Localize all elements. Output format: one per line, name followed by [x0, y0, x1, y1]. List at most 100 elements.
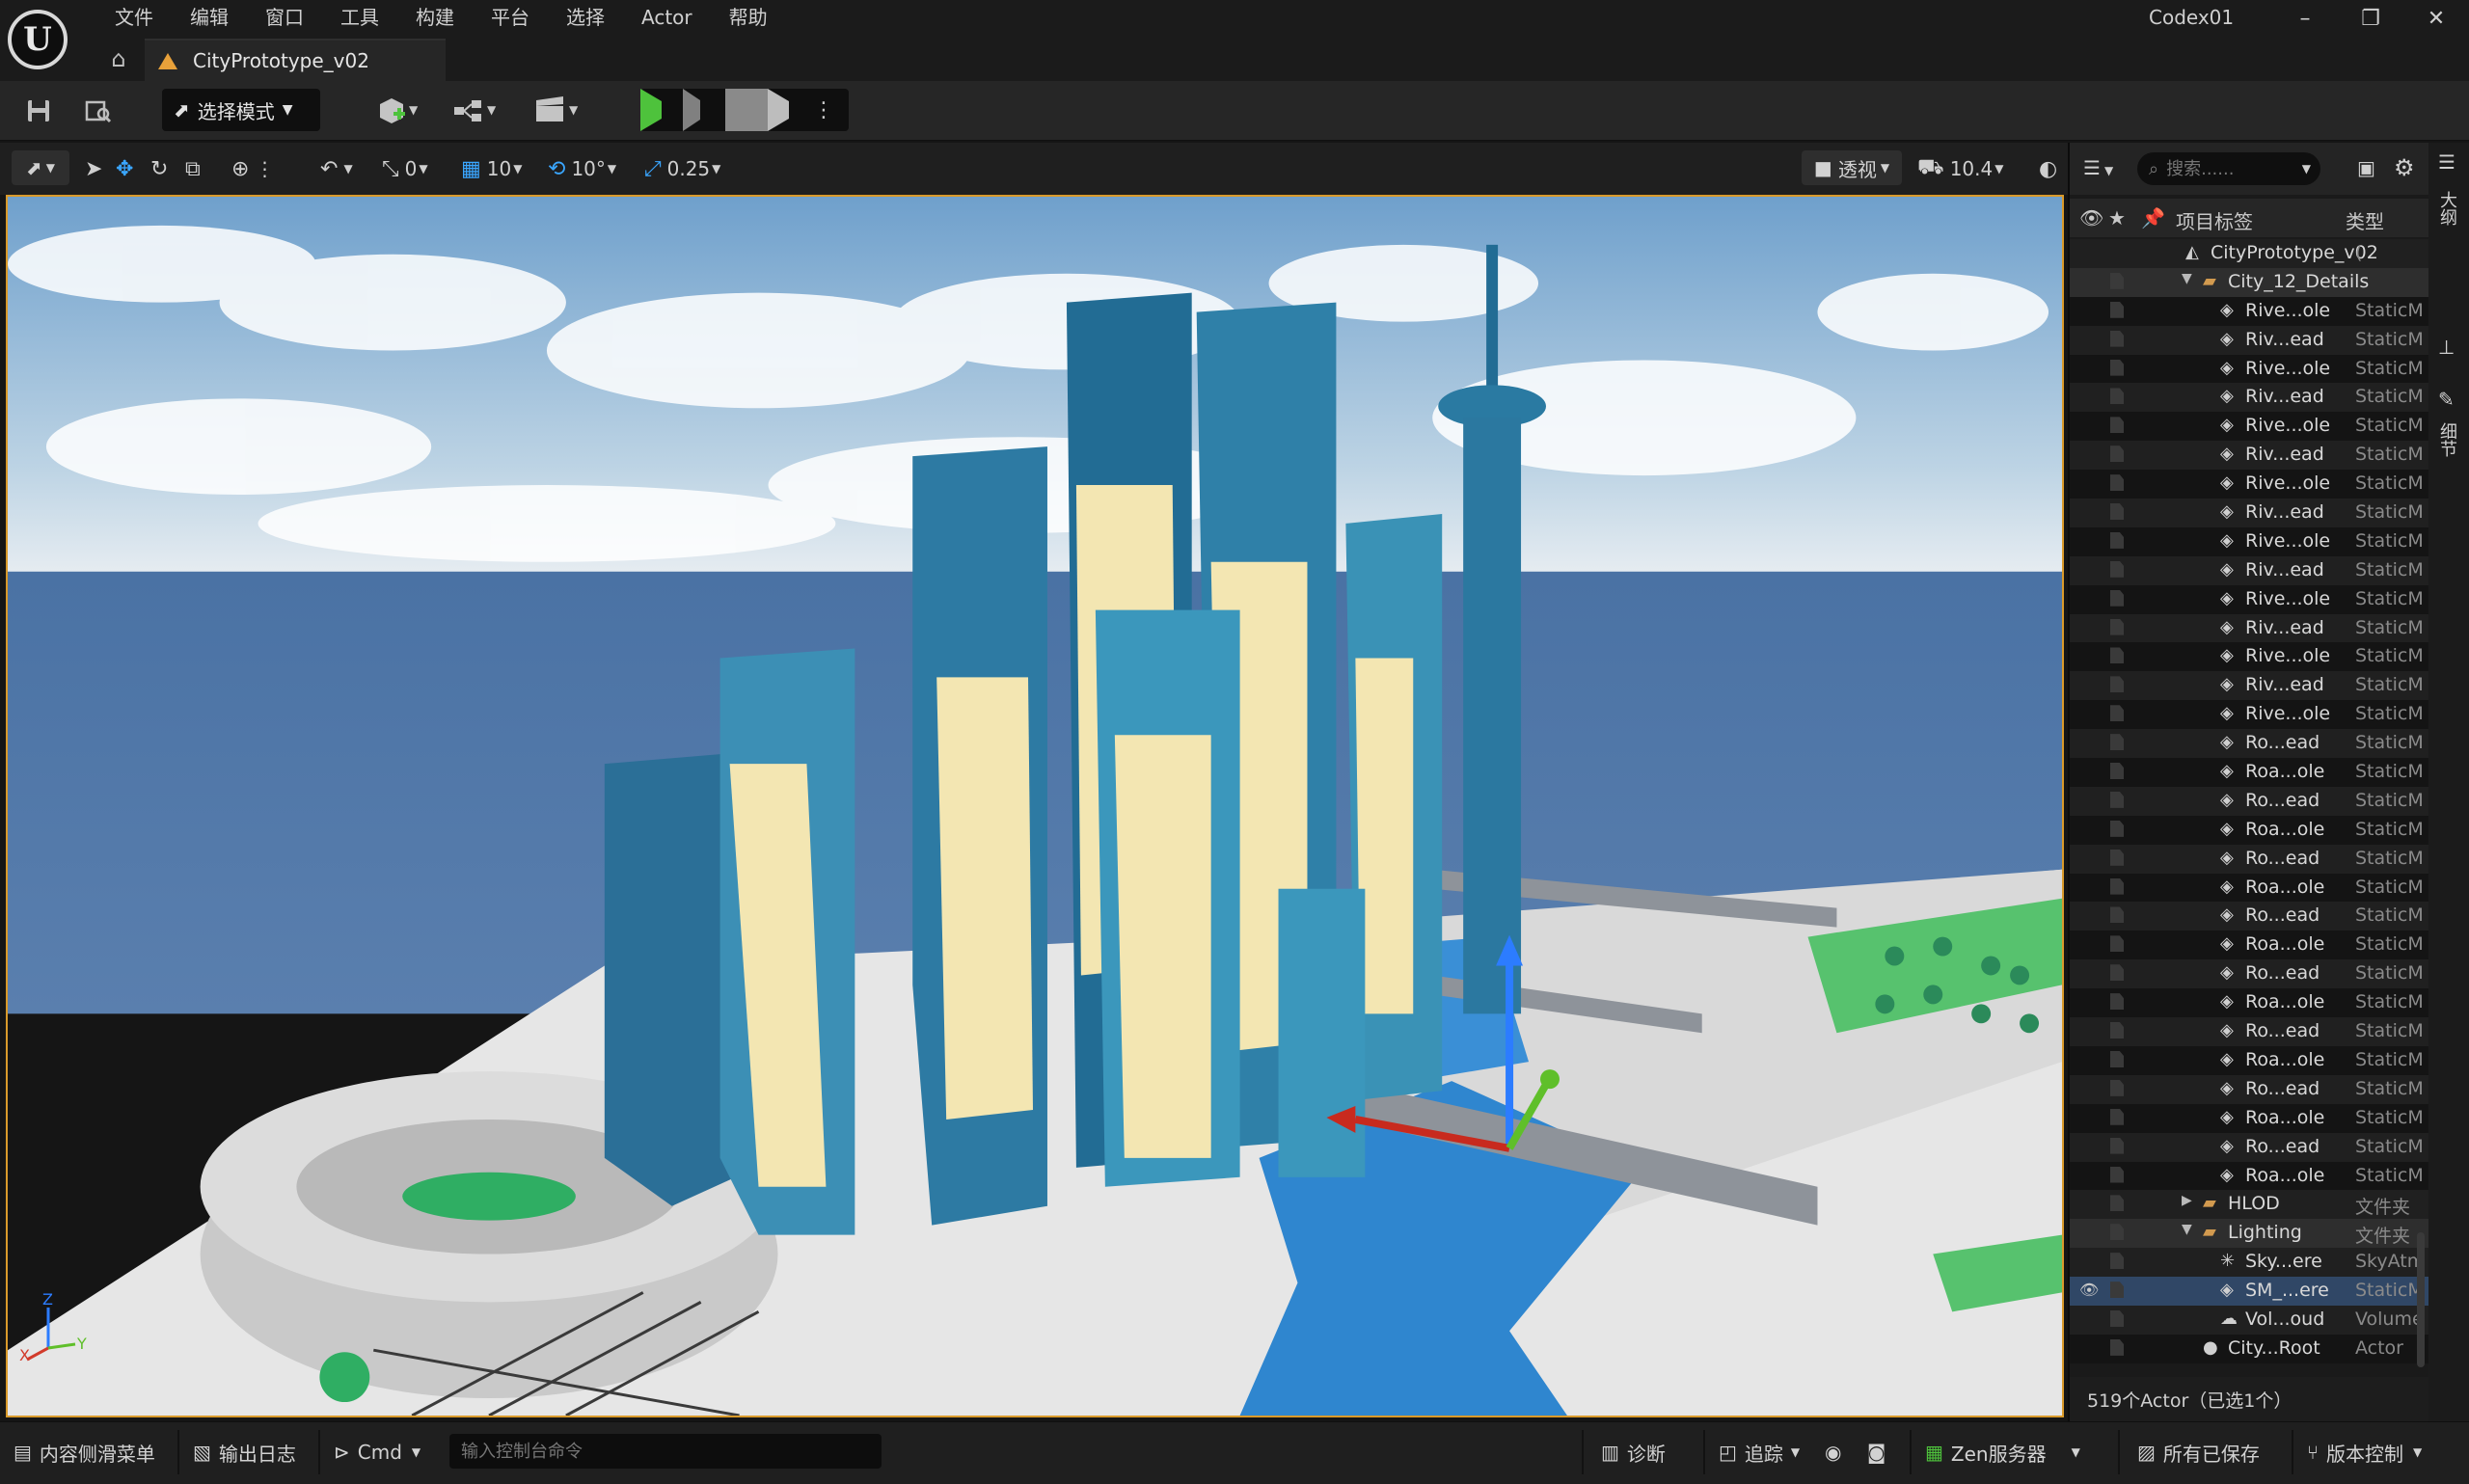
details-tab[interactable]: 细节 — [2434, 422, 2459, 457]
grid-snap-button[interactable]: ▦ 10 ▼ — [461, 152, 522, 185]
outliner-row[interactable]: ◈ Rive...ole StaticM — [2070, 642, 2428, 672]
outliner-row[interactable]: ◈ Roa...ole StaticM — [2070, 815, 2428, 845]
outliner-row[interactable]: ◈ Roa...ole StaticM — [2070, 988, 2428, 1018]
outliner-row[interactable]: ◈ Ro...ead StaticM — [2070, 844, 2428, 874]
eject-button[interactable] — [768, 89, 810, 131]
blueprint-icon[interactable]: ▼ — [449, 90, 503, 132]
outliner-row[interactable]: ◈ Roa...ole StaticM — [2070, 758, 2428, 787]
visibility-eye-icon[interactable]: 👁 — [2079, 1281, 2099, 1299]
outliner-row[interactable]: ▼ ▰ Lighting 文件夹 — [2070, 1219, 2428, 1249]
angle-snap-button[interactable]: ⟲ 10° ▼ — [548, 152, 616, 185]
world-space-icon[interactable]: ⊕ ⋮ — [231, 152, 274, 185]
restore-button[interactable]: ❐ — [2338, 0, 2403, 37]
mode-selector[interactable]: ⬈ 选择模式 ▼ — [162, 89, 320, 131]
outliner-row[interactable]: ◈ Roa...ole StaticM — [2070, 931, 2428, 960]
outliner-row[interactable]: ☁ Vol...oud Volume — [2070, 1305, 2428, 1335]
outliner-row[interactable]: ◈ Riv...ead StaticM — [2070, 325, 2428, 355]
outliner-row[interactable]: ◈ Roa...ole StaticM — [2070, 1161, 2428, 1191]
outliner-row[interactable]: ◈ Ro...ead StaticM — [2070, 1074, 2428, 1104]
browse-icon[interactable] — [81, 90, 116, 132]
translate-tool-icon[interactable]: ✥ — [116, 152, 139, 185]
expand-down-icon[interactable]: ▼ — [2182, 1222, 2192, 1237]
outliner-row[interactable]: ✳ Sky...ere SkyAtm — [2070, 1248, 2428, 1278]
outliner-row[interactable]: ◈ Ro...ead StaticM — [2070, 1132, 2428, 1162]
new-folder-icon[interactable]: ▣ — [2357, 156, 2375, 179]
outliner-row[interactable]: ◈ Riv...ead StaticM — [2070, 671, 2428, 701]
expand-right-icon[interactable]: ▶ — [2182, 1193, 2192, 1208]
menu-file[interactable]: 文件 — [96, 2, 172, 33]
diagnostics-button[interactable]: ▥ 诊断 — [1601, 1436, 1666, 1469]
outliner-row[interactable]: ◈ Rive...ole StaticM — [2070, 584, 2428, 614]
outliner-row[interactable]: ◈ Riv...ead StaticM — [2070, 441, 2428, 471]
level-viewport[interactable]: Z X Y — [6, 195, 2064, 1417]
outliner-row[interactable]: ◈ Ro...ead StaticM — [2070, 959, 2428, 989]
stop-button[interactable] — [725, 89, 768, 131]
menu-window[interactable]: 窗口 — [247, 2, 322, 33]
outliner-tab[interactable]: 大纲 — [2434, 191, 2459, 226]
save-icon[interactable] — [21, 90, 56, 132]
zen-server-button[interactable]: ▦ Zen服务器 ▼ — [1925, 1436, 2080, 1469]
minimize-button[interactable]: – — [2272, 0, 2338, 37]
record-icon[interactable]: ◉ — [1825, 1436, 1849, 1469]
menu-build[interactable]: 构建 — [397, 2, 473, 33]
outliner-row[interactable]: ◭ CityPrototype_v02( — [2070, 239, 2428, 268]
outliner-row[interactable]: ◈ Rive...ole StaticM — [2070, 354, 2428, 384]
camera-speed-button[interactable]: ⛟ 10.4 ▼ — [1917, 152, 2003, 185]
close-button[interactable]: ✕ — [2403, 0, 2469, 37]
rotate-tool-icon[interactable]: ↻ — [150, 152, 174, 185]
outliner-row[interactable]: ◈ Ro...ead StaticM — [2070, 902, 2428, 931]
cinematics-icon[interactable]: ▼ — [532, 90, 586, 132]
outliner-search-box[interactable]: ⌕ ▼ — [2137, 152, 2320, 185]
filter-icon[interactable]: ☰ ▼ — [2083, 156, 2113, 179]
source-control-button[interactable]: ⑂ 版本控制 ▼ — [2307, 1436, 2422, 1469]
outliner-search-input[interactable] — [2166, 158, 2273, 179]
screenshot-icon[interactable]: ◙ — [1867, 1436, 1893, 1469]
outliner-row[interactable]: ◈ Roa...ole StaticM — [2070, 1045, 2428, 1075]
outliner-row[interactable]: ◈ Ro...ead StaticM — [2070, 786, 2428, 816]
outliner-row[interactable]: ◈ Riv...ead StaticM — [2070, 555, 2428, 585]
menu-tools[interactable]: 工具 — [322, 2, 397, 33]
play-button[interactable] — [640, 89, 683, 131]
menu-help[interactable]: 帮助 — [711, 2, 786, 33]
star-icon[interactable]: ★ — [2108, 206, 2126, 229]
menu-platform[interactable]: 平台 — [473, 2, 548, 33]
outliner-row[interactable]: ◈ Roa...ole StaticM — [2070, 873, 2428, 903]
unreal-logo-icon[interactable]: U — [8, 10, 68, 69]
outliner-row[interactable]: ◈ Ro...ead StaticM — [2070, 729, 2428, 759]
output-log-button[interactable]: ▧ 输出日志 — [193, 1436, 296, 1469]
trace-button[interactable]: ◰ 追踪 ▼ — [1719, 1436, 1800, 1469]
outliner-row[interactable]: 👁 ◈ SM_...ere StaticM — [2070, 1277, 2428, 1306]
surface-snap-button[interactable]: ↶ ▼ — [320, 152, 353, 185]
pin-icon[interactable]: 📌 — [2141, 206, 2165, 229]
outliner-row[interactable]: ◈ Rive...ole StaticM — [2070, 412, 2428, 442]
outliner-scrollbar[interactable] — [2417, 1232, 2425, 1367]
content-drawer-button[interactable]: ▤ 内容侧滑菜单 — [14, 1436, 155, 1469]
outliner-row[interactable]: ◈ Riv...ead StaticM — [2070, 383, 2428, 413]
save-all-status[interactable]: ▨ 所有已保存 — [2137, 1436, 2260, 1469]
outliner-row[interactable]: ▼ ▰ City_12_Details — [2070, 267, 2428, 297]
outliner-row[interactable]: ◈ Rive...ole StaticM — [2070, 700, 2428, 730]
column-label[interactable]: 项目标签 — [2176, 206, 2253, 234]
outliner-row[interactable]: ◈ Riv...ead StaticM — [2070, 499, 2428, 527]
scale-snap-button[interactable]: ⤢ 0.25 ▼ — [644, 152, 720, 185]
menu-select[interactable]: 选择 — [548, 2, 623, 33]
visibility-column-icon[interactable]: 👁 — [2079, 206, 2103, 229]
cmd-selector[interactable]: ⊳ Cmd ▼ — [334, 1436, 421, 1469]
add-actor-icon[interactable]: ▼ — [370, 90, 424, 132]
outliner-row[interactable]: ▶ ▰ HLOD 文件夹 — [2070, 1190, 2428, 1220]
scale-tool-icon[interactable]: ⧉ — [185, 152, 206, 185]
perspective-button[interactable]: ■ 透视 ▼ — [1802, 150, 1902, 185]
city-scene[interactable] — [8, 197, 2062, 1416]
rotate-snap-button[interactable]: ⤡ 0 ▼ — [382, 152, 428, 185]
outliner-row[interactable]: ◈ Ro...ead StaticM — [2070, 1017, 2428, 1046]
menu-actor[interactable]: Actor — [623, 2, 711, 33]
viewport-options-button[interactable]: ⬈ ▼ — [12, 150, 69, 185]
menu-edit[interactable]: 编辑 — [172, 2, 247, 33]
viewport-settings-icon[interactable]: ◐ — [2039, 152, 2063, 185]
outliner-row[interactable]: ◈ Rive...ole StaticM — [2070, 296, 2428, 326]
outliner-row[interactable]: ◈ Rive...ole StaticM — [2070, 526, 2428, 556]
home-icon[interactable]: ⌂ — [104, 44, 133, 73]
gear-icon[interactable]: ⚙ — [2394, 154, 2415, 181]
outliner-row[interactable]: ◈ Rive...ole StaticM — [2070, 470, 2428, 499]
pin-icon[interactable]: ⊥ — [2438, 336, 2455, 359]
